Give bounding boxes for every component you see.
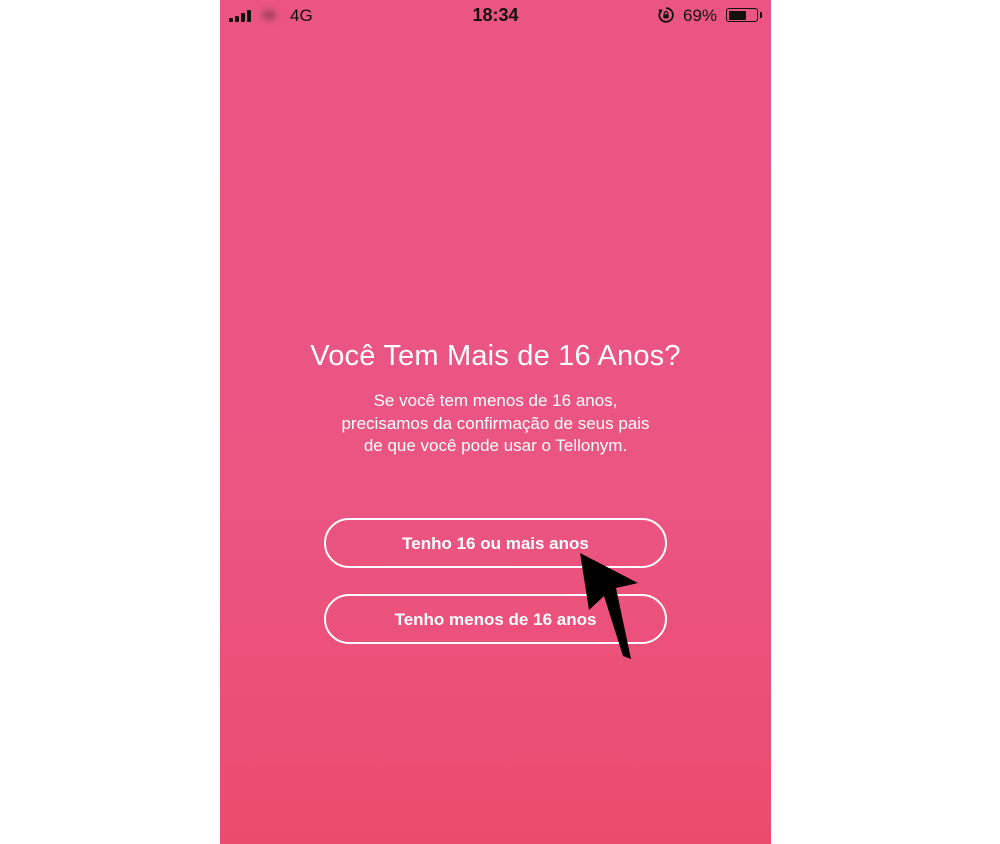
age-description: Se você tem menos de 16 anos, precisamos…	[341, 391, 650, 455]
battery-percent: 69%	[683, 6, 718, 25]
battery-tip	[760, 12, 762, 18]
status-bar: 4G 18:34 69%	[220, 0, 771, 30]
under-16-button[interactable]: Tenho menos de 16 anos	[324, 594, 667, 644]
battery-icon	[726, 8, 758, 22]
phone-screen: 4G 18:34 69% Você Tem Mais de 16 Anos? S…	[220, 0, 771, 844]
rotation-lock-icon	[658, 7, 674, 23]
battery-fill	[728, 10, 747, 20]
over-16-button[interactable]: Tenho 16 ou mais anos	[324, 518, 667, 568]
page-title: Você Tem Mais de 16 Anos?	[310, 340, 681, 372]
